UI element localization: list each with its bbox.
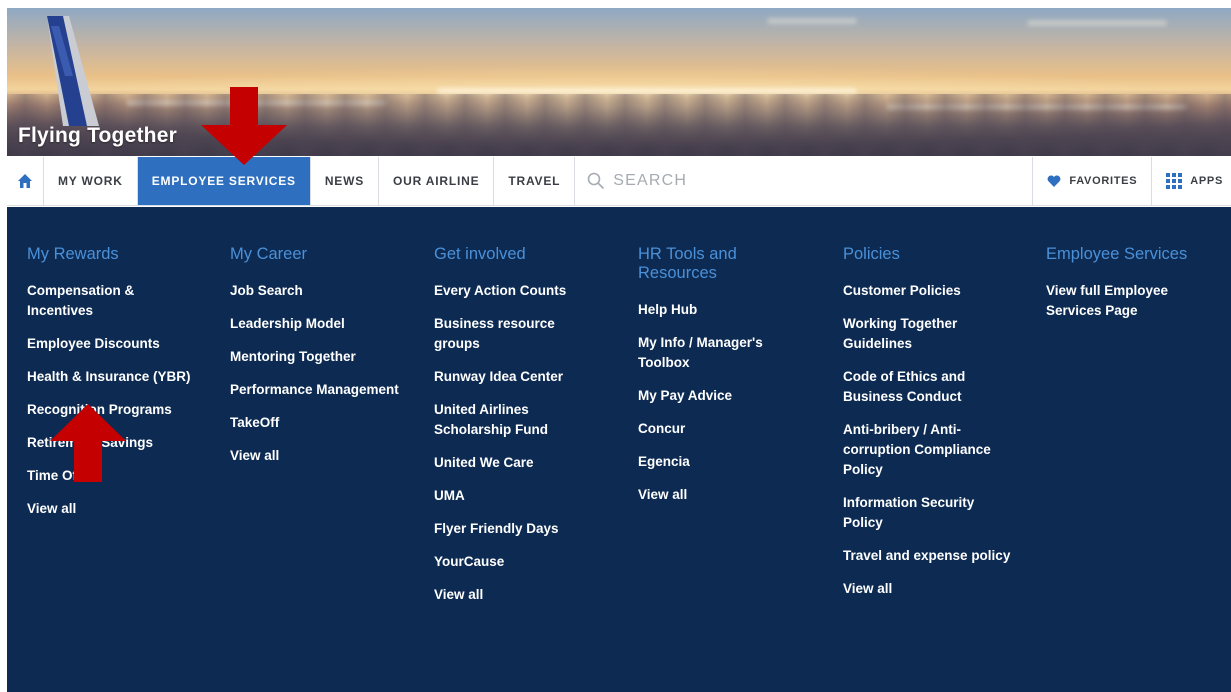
favorites-label: FAVORITES — [1069, 175, 1138, 187]
home-icon — [18, 174, 32, 188]
site-title[interactable]: Flying Together — [18, 124, 177, 148]
menu-column-my-career: My Career Job Search Leadership Model Me… — [230, 245, 410, 479]
menu-column-my-rewards: My Rewards Compensation & Incentives Emp… — [27, 245, 207, 532]
link-list: Job Search Leadership Model Mentoring To… — [230, 281, 410, 466]
column-heading[interactable]: My Career — [230, 245, 410, 264]
main-nav: MY WORK EMPLOYEE SERVICES NEWS OUR AIRLI… — [7, 157, 1231, 206]
menu-link[interactable]: View all — [230, 446, 410, 466]
menu-link[interactable]: Mentoring Together — [230, 347, 410, 367]
menu-link[interactable]: Egencia — [638, 452, 818, 472]
menu-link[interactable]: United Airlines Scholarship Fund — [434, 400, 614, 440]
menu-link[interactable]: TakeOff — [230, 413, 410, 433]
menu-link[interactable]: My Pay Advice — [638, 386, 818, 406]
apps-button[interactable]: APPS — [1152, 157, 1231, 205]
search-icon — [587, 172, 605, 190]
apps-label: APPS — [1190, 175, 1223, 187]
menu-link[interactable]: United We Care — [434, 453, 614, 473]
hero-banner: Flying Together — [7, 8, 1231, 156]
employee-services-mega-menu: My Rewards Compensation & Incentives Emp… — [7, 207, 1231, 692]
menu-column-employee-services: Employee Services View full Employee Ser… — [1046, 245, 1226, 334]
annotation-arrow-up-icon — [50, 404, 126, 482]
menu-column-hr-tools: HR Tools and Resources Help Hub My Info … — [638, 245, 818, 518]
menu-link[interactable]: Information Security Policy — [843, 493, 1023, 533]
heart-icon — [1047, 175, 1061, 187]
menu-link[interactable]: Every Action Counts — [434, 281, 614, 301]
menu-link[interactable]: Concur — [638, 419, 818, 439]
link-list: Help Hub My Info / Manager's Toolbox My … — [638, 300, 818, 505]
favorites-button[interactable]: FAVORITES — [1033, 157, 1153, 205]
menu-link[interactable]: Flyer Friendly Days — [434, 519, 614, 539]
nav-our-airline[interactable]: OUR AIRLINE — [379, 157, 495, 205]
link-list: View full Employee Services Page — [1046, 281, 1226, 321]
apps-grid-icon — [1166, 173, 1183, 189]
menu-link[interactable]: View full Employee Services Page — [1046, 281, 1226, 321]
menu-link[interactable]: Business resource groups — [434, 314, 614, 354]
column-heading[interactable]: My Rewards — [27, 245, 207, 264]
menu-link[interactable]: My Info / Manager's Toolbox — [638, 333, 818, 373]
menu-link[interactable]: Customer Policies — [843, 281, 1023, 301]
menu-link[interactable]: Health & Insurance (YBR) — [27, 367, 207, 387]
nav-news[interactable]: NEWS — [311, 157, 380, 205]
menu-link[interactable]: Performance Management — [230, 380, 410, 400]
menu-link[interactable]: Working Together Guidelines — [843, 314, 1023, 354]
airplane-wing-image — [47, 16, 99, 126]
search-input[interactable]: SEARCH — [575, 157, 1034, 205]
menu-link[interactable]: Employee Discounts — [27, 334, 207, 354]
menu-column-get-involved: Get involved Every Action Counts Busines… — [434, 245, 614, 618]
column-heading[interactable]: Employee Services — [1046, 245, 1226, 264]
menu-link[interactable]: Code of Ethics and Business Conduct — [843, 367, 1023, 407]
menu-column-policies: Policies Customer Policies Working Toget… — [843, 245, 1023, 612]
menu-link[interactable]: Help Hub — [638, 300, 818, 320]
link-list: Every Action Counts Business resource gr… — [434, 281, 614, 605]
nav-home[interactable] — [7, 157, 44, 205]
link-list: Customer Policies Working Together Guide… — [843, 281, 1023, 599]
menu-link[interactable]: Compensation & Incentives — [27, 281, 207, 321]
search-placeholder: SEARCH — [613, 172, 688, 189]
menu-link[interactable]: View all — [434, 585, 614, 605]
link-list: Compensation & Incentives Employee Disco… — [27, 281, 207, 519]
menu-link[interactable]: View all — [638, 485, 818, 505]
menu-link[interactable]: Anti-bribery / Anti-corruption Complianc… — [843, 420, 1023, 480]
menu-link[interactable]: View all — [27, 499, 207, 519]
column-heading[interactable]: HR Tools and Resources — [638, 245, 818, 283]
annotation-arrow-down-icon — [201, 87, 287, 165]
menu-link[interactable]: Runway Idea Center — [434, 367, 614, 387]
menu-link[interactable]: View all — [843, 579, 1023, 599]
menu-link[interactable]: YourCause — [434, 552, 614, 572]
nav-travel[interactable]: TRAVEL — [494, 157, 576, 205]
column-heading[interactable]: Get involved — [434, 245, 614, 264]
nav-my-work[interactable]: MY WORK — [44, 157, 138, 205]
menu-link[interactable]: Travel and expense policy — [843, 546, 1023, 566]
column-heading[interactable]: Policies — [843, 245, 1023, 264]
menu-link[interactable]: Job Search — [230, 281, 410, 301]
menu-link[interactable]: UMA — [434, 486, 614, 506]
menu-link[interactable]: Leadership Model — [230, 314, 410, 334]
